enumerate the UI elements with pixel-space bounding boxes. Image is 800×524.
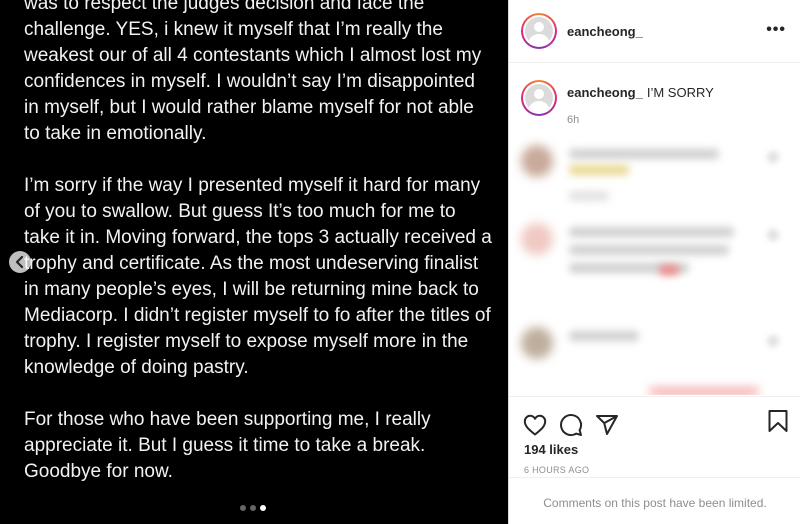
like-count[interactable]: 194 likes [509,442,800,457]
post-side-panel: eancheong_ ••• eancheong_ I’M SORRY 6h 1… [508,0,800,524]
carousel-prev-button[interactable] [9,251,31,273]
heart-icon [523,414,547,436]
caption-time[interactable]: 6h [567,114,714,126]
save-button[interactable] [767,409,789,433]
carousel-dot [250,505,256,511]
post-image-text: was to respect the judges decision and f… [24,0,494,511]
post-header: eancheong_ ••• [509,0,800,63]
share-button[interactable] [595,413,619,437]
post-actions: 194 likes 6 HOURS AGO Comments on this p… [509,396,800,524]
header-username[interactable]: eancheong_ [567,24,643,39]
like-button[interactable] [523,414,547,436]
user-avatar-icon [525,17,553,45]
list-item [521,327,553,359]
post-timestamp: 6 HOURS AGO [524,465,590,475]
bookmark-icon [768,410,788,432]
blurred-comments [509,135,800,395]
caption-text: I’M SORRY [646,85,714,100]
post-paragraph-2: I’m sorry if the way I presented myself … [24,175,492,378]
post-image[interactable]: was to respect the judges decision and f… [0,0,508,524]
user-avatar-icon [525,84,553,112]
comment-button[interactable] [559,413,583,437]
list-item [521,145,553,177]
post-paragraph-3: For those who have been supporting me, I… [24,409,431,482]
list-item [521,223,553,255]
comment-icon [560,414,583,437]
post-paragraph-1: was to respect the judges decision and f… [24,0,482,144]
comments-limited-notice: Comments on this post have been limited. [509,477,800,524]
chevron-left-icon [15,256,24,268]
caption-username[interactable]: eancheong_ [567,85,643,100]
carousel-dot-active [260,505,266,511]
caption-avatar[interactable] [521,80,557,116]
caption: eancheong_ I’M SORRY 6h [509,63,800,133]
carousel-indicator [240,505,266,511]
more-options-button[interactable]: ••• [766,22,786,38]
carousel-dot [240,505,246,511]
share-icon [596,415,618,435]
avatar[interactable] [521,13,557,49]
